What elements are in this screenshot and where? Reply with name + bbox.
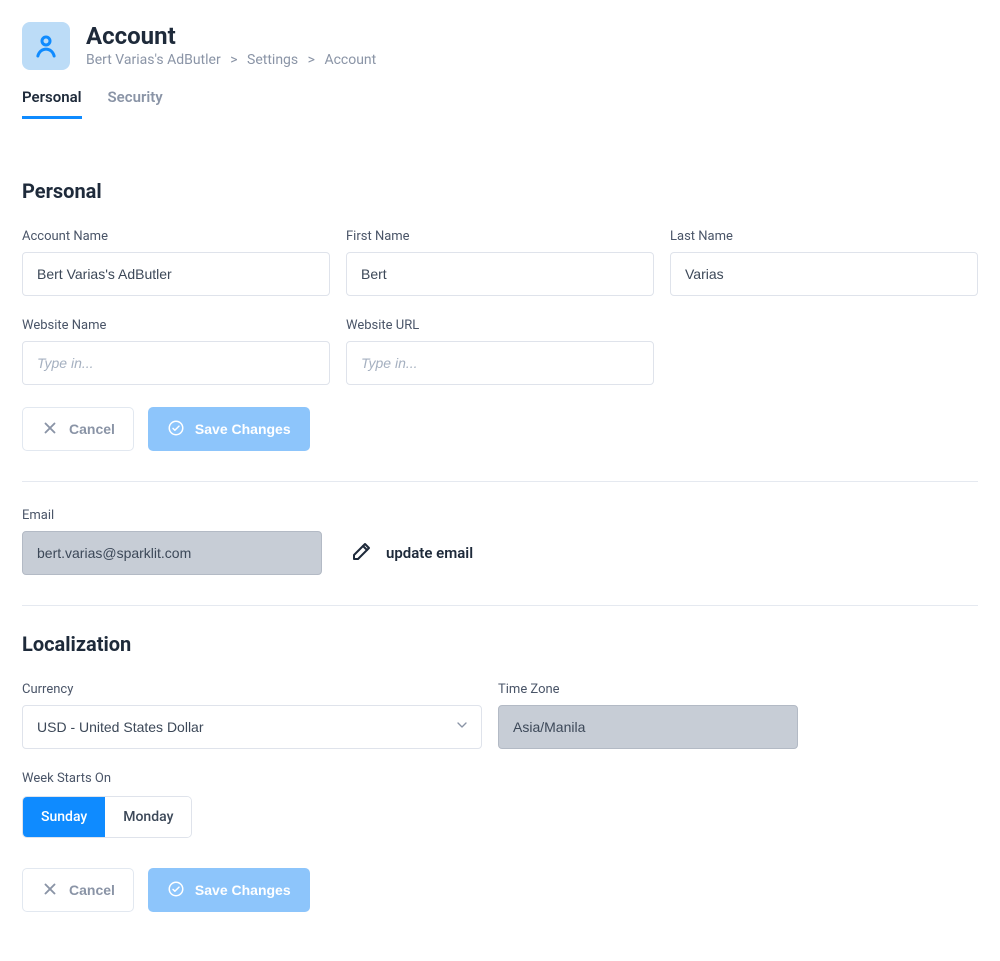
account-name-input[interactable] [22,252,330,296]
save-button[interactable]: Save Changes [148,868,310,912]
account-icon [22,22,70,70]
save-label: Save Changes [195,421,291,437]
update-email-button[interactable]: update email [350,531,473,575]
check-circle-icon [167,419,185,440]
cancel-label: Cancel [69,882,115,898]
cancel-label: Cancel [69,421,115,437]
cancel-button[interactable]: Cancel [22,407,134,451]
tabs: Personal Security [22,88,978,119]
first-name-input[interactable] [346,252,654,296]
label-account-name: Account Name [22,229,330,244]
label-week-starts: Week Starts On [22,771,978,786]
website-url-input[interactable] [346,341,654,385]
divider [22,481,978,482]
close-icon [41,880,59,901]
update-email-label: update email [386,544,473,562]
chevron-right-icon: > [308,52,315,68]
website-name-input[interactable] [22,341,330,385]
edit-icon [350,539,374,567]
tab-security[interactable]: Security [108,88,163,119]
email-input [22,531,322,575]
currency-select[interactable] [22,705,482,749]
label-first-name: First Name [346,229,654,244]
label-last-name: Last Name [670,229,978,244]
tab-personal[interactable]: Personal [22,88,82,119]
label-website-name: Website Name [22,318,330,333]
close-icon [41,419,59,440]
breadcrumb-item: Account [324,52,376,68]
label-timezone: Time Zone [498,682,798,697]
check-circle-icon [167,880,185,901]
save-label: Save Changes [195,882,291,898]
save-button[interactable]: Save Changes [148,407,310,451]
page-header: Account Bert Varias's AdButler > Setting… [22,22,978,70]
section-title-personal: Personal [22,179,978,203]
chevron-right-icon: > [230,52,237,68]
page-title: Account [86,22,376,50]
last-name-input[interactable] [670,252,978,296]
timezone-input [498,705,798,749]
divider [22,605,978,606]
week-starts-toggle: Sunday Monday [22,796,192,838]
label-website-url: Website URL [346,318,654,333]
breadcrumb-item[interactable]: Settings [247,52,298,68]
label-currency: Currency [22,682,482,697]
label-email: Email [22,508,322,523]
breadcrumb-item[interactable]: Bert Varias's AdButler [86,52,221,68]
breadcrumb: Bert Varias's AdButler > Settings > Acco… [86,52,376,68]
section-title-localization: Localization [22,632,978,656]
week-option-sunday[interactable]: Sunday [23,797,105,837]
cancel-button[interactable]: Cancel [22,868,134,912]
week-option-monday[interactable]: Monday [105,797,191,837]
